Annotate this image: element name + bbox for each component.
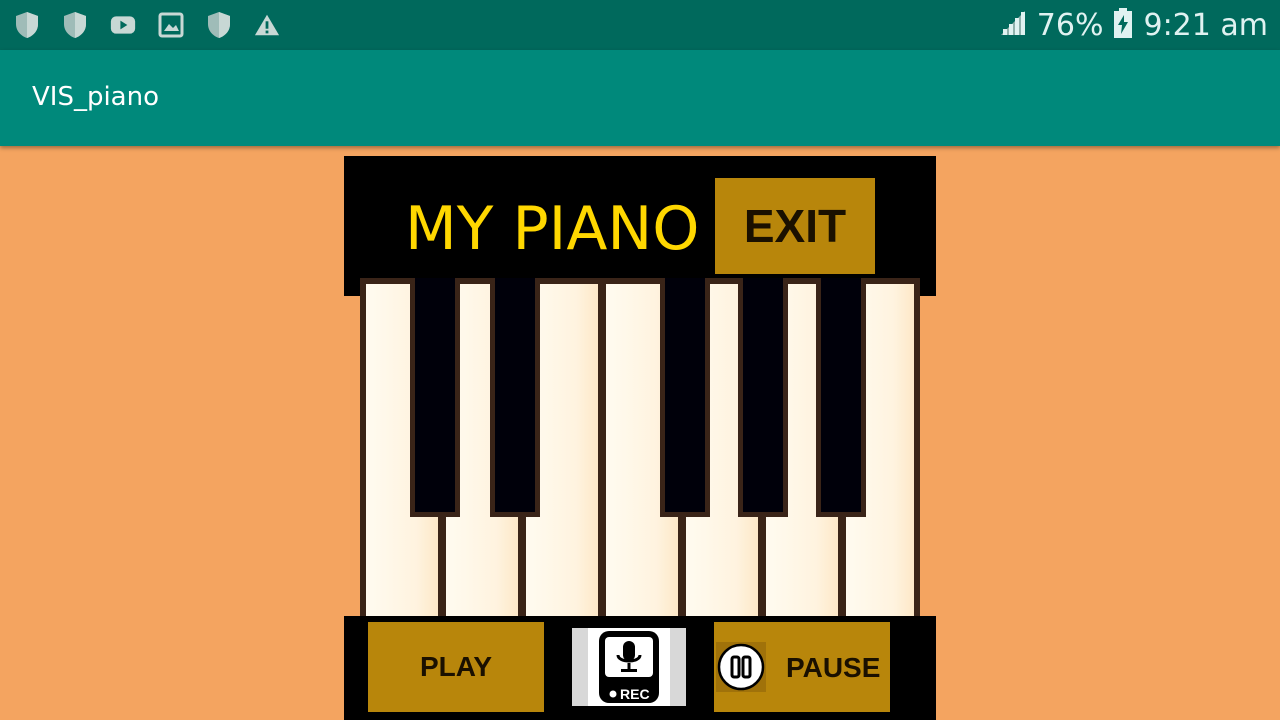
- signal-icon: [997, 9, 1027, 42]
- shield-icon: [206, 10, 232, 40]
- warning-icon: [254, 10, 280, 40]
- app-bar: VIS_piano: [0, 50, 1280, 146]
- youtube-icon: [110, 10, 136, 40]
- app-title: VIS_piano: [32, 82, 160, 112]
- shield-icon: [62, 10, 88, 40]
- battery-percent: 76%: [1036, 7, 1104, 43]
- clock: 9:21 am: [1143, 7, 1268, 43]
- record-button[interactable]: REC: [572, 628, 686, 706]
- pause-icon: [716, 642, 766, 692]
- black-key-5[interactable]: [816, 278, 866, 517]
- status-bar: 76% 9:21 am: [0, 0, 1280, 50]
- shield-icon: [14, 10, 40, 40]
- battery-charging-icon: [1113, 7, 1133, 44]
- record-label: REC: [620, 686, 650, 702]
- black-key-4[interactable]: [738, 278, 788, 517]
- piano-title: MY PIANO: [405, 194, 700, 264]
- play-button[interactable]: PLAY: [368, 622, 544, 712]
- image-icon: [158, 10, 184, 40]
- piano-keyboard: [360, 278, 920, 616]
- black-key-3[interactable]: [660, 278, 710, 517]
- black-key-1[interactable]: [410, 278, 460, 517]
- black-key-2[interactable]: [490, 278, 540, 517]
- exit-button[interactable]: EXIT: [715, 178, 875, 274]
- record-icon: REC: [588, 628, 670, 706]
- pause-button[interactable]: PAUSE: [714, 622, 890, 712]
- pause-label: PAUSE: [786, 652, 881, 683]
